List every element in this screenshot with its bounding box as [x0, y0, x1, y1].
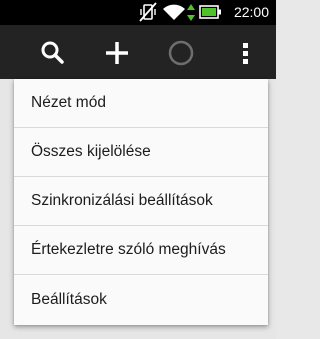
menu-item-label: Beállítások — [31, 290, 107, 308]
sync-progress — [160, 25, 200, 79]
menu-item-label: Összes kijelölése — [31, 143, 151, 160]
menu-item-select-all[interactable]: Összes kijelölése — [14, 128, 268, 177]
add-button[interactable] — [96, 25, 136, 79]
status-time: 22:00 — [233, 4, 269, 20]
overflow-menu-button[interactable] — [224, 25, 264, 79]
search-button[interactable] — [32, 25, 72, 79]
menu-item-label: Értekezletre szóló meghívás — [31, 241, 226, 258]
status-bar: 22:00 — [0, 0, 276, 25]
menu-item-label: Nézet mód — [31, 94, 106, 111]
menu-item-settings[interactable]: Beállítások — [14, 275, 268, 324]
menu-item-meeting-invitation[interactable]: Értekezletre szóló meghívás — [14, 226, 268, 275]
menu-item-view-mode[interactable]: Nézet mód — [14, 79, 268, 128]
overflow-menu: Nézet mód Összes kijelölése Szinkronizál… — [14, 79, 268, 325]
action-bar — [0, 25, 276, 79]
menu-item-sync-settings[interactable]: Szinkronizálási beállítások — [14, 177, 268, 226]
menu-item-label: Szinkronizálási beállítások — [31, 192, 213, 209]
